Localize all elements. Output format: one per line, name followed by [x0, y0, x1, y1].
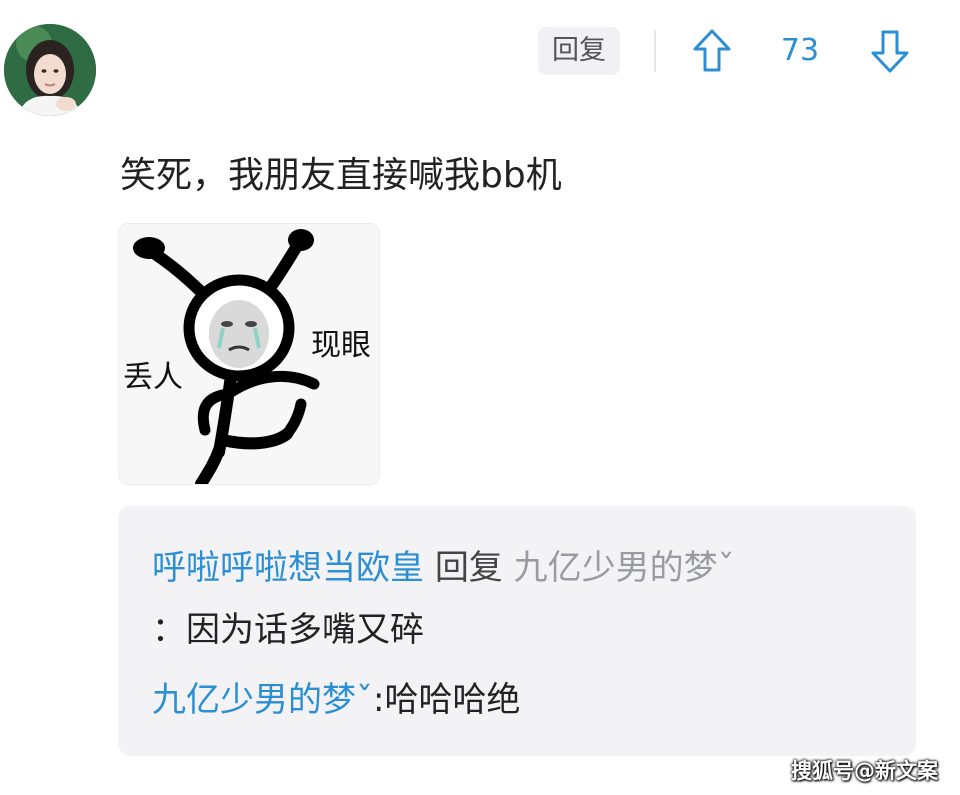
- meme-text-right: 现眼: [311, 328, 371, 363]
- reply-thread: 呼啦呼啦想当欧皇 回复 九亿少男的梦ˇ ：因为话多嘴又碎 九亿少男的梦ˇ:哈哈哈…: [118, 506, 916, 756]
- thread-reply-1-header: 呼啦呼啦想当欧皇 回复 九亿少男的梦ˇ: [152, 546, 735, 590]
- reply-1-text: ：因为话多嘴又碎: [152, 610, 424, 650]
- arrow-up-icon[interactable]: [692, 28, 732, 74]
- reply-1-target-username[interactable]: 九亿少男的梦ˇ: [514, 548, 735, 588]
- user-avatar[interactable]: [4, 24, 96, 116]
- comment-text: 笑死，我朋友直接喊我bb机: [120, 155, 562, 196]
- vote-count: 73: [780, 33, 820, 68]
- avatar-image: [4, 24, 96, 116]
- meme-sticker[interactable]: 丢人 现眼: [118, 223, 380, 485]
- arrow-down-icon[interactable]: [870, 28, 910, 74]
- watermark: 搜狐号@新文案: [791, 759, 938, 783]
- reply-button[interactable]: 回复: [538, 27, 620, 75]
- reply-1-reply-word: 回复: [434, 548, 503, 588]
- thread-reply-2: 九亿少男的梦ˇ:哈哈哈绝: [152, 678, 520, 722]
- reply-2-username[interactable]: 九亿少男的梦ˇ: [152, 680, 373, 720]
- meme-text-left: 丢人: [123, 360, 183, 395]
- reply-2-text: :哈哈哈绝: [373, 680, 521, 720]
- action-divider: [654, 30, 656, 72]
- reply-1-username[interactable]: 呼啦呼啦想当欧皇: [152, 548, 424, 588]
